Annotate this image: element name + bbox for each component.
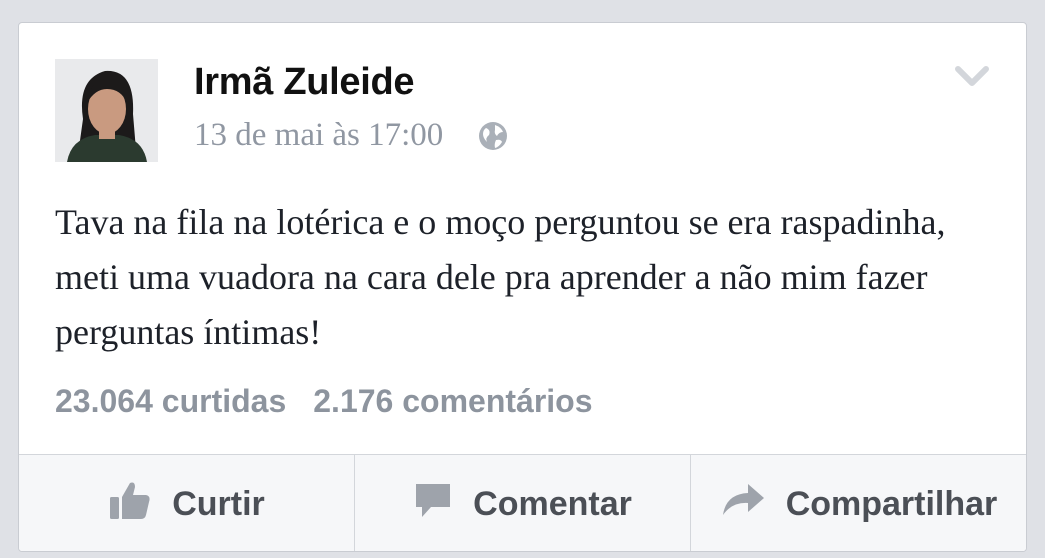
comment-icon [413,480,453,529]
chevron-down-icon[interactable] [954,63,990,91]
share-button[interactable]: Compartilhar [690,455,1026,551]
share-icon [720,482,766,527]
author-name[interactable]: Irmã Zuleide [194,61,415,104]
like-button[interactable]: Curtir [19,455,354,551]
share-label: Compartilhar [785,485,998,523]
post-timestamp[interactable]: 13 de mai às 17:00 [194,117,443,154]
like-label: Curtir [172,485,265,523]
post-text: Tava na fila na lotérica e o moço pergun… [55,202,946,352]
profile-photo [55,59,158,162]
globe-icon [477,120,509,152]
comment-button[interactable]: Comentar [354,455,690,551]
post-meta: 13 de mai às 17:00 [194,117,509,154]
avatar[interactable] [55,59,158,162]
like-count[interactable]: 23.064 curtidas [55,383,286,420]
thumbs-up-icon [108,479,152,530]
post-stats: 23.064 curtidas 2.176 comentários [55,383,593,420]
comment-label: Comentar [473,485,632,523]
comment-count[interactable]: 2.176 comentários [313,383,592,420]
post-card: Irmã Zuleide 13 de mai às 17:00 Tava na … [18,22,1027,552]
action-bar: Curtir Comentar Compartilhar [19,454,1026,551]
